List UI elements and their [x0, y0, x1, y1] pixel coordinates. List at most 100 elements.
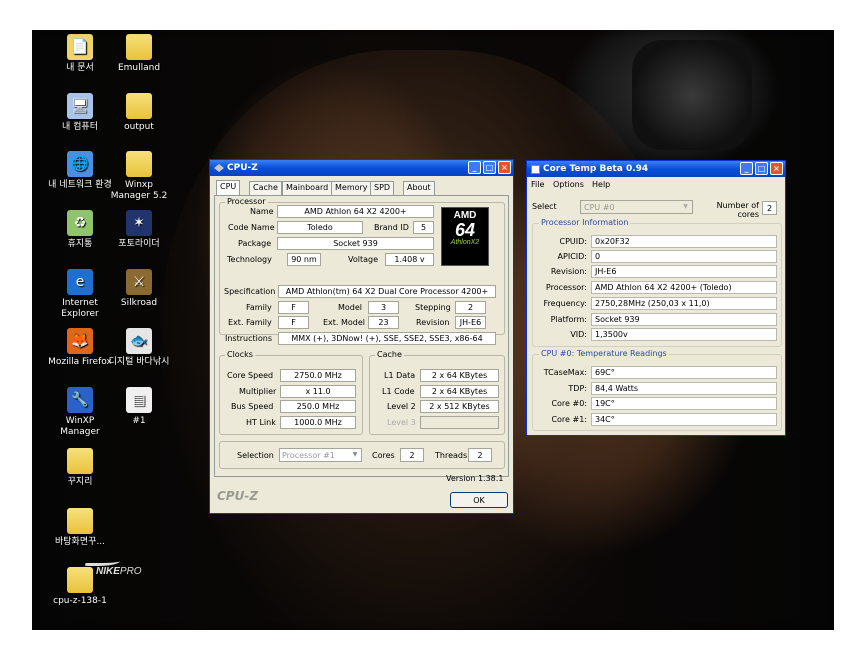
desktop-icon-label: Internet Explorer [61, 298, 99, 319]
silkroad-icon: ⚔ [126, 269, 152, 295]
level2-label: Level 2 [387, 402, 416, 411]
clocks-group: Clocks [219, 350, 363, 435]
l1data-label: L1 Data [384, 371, 416, 380]
coretemp-titlebar[interactable]: Core Temp Beta 0.94 _ □ × [527, 161, 785, 177]
tab-cache[interactable]: Cache [249, 181, 282, 195]
maximize-button[interactable]: □ [755, 162, 768, 175]
select-cpu-dropdown[interactable]: CPU #0 ▼ [580, 200, 693, 214]
info-row: CPUID: 0x20F32 [533, 235, 779, 248]
spec-label: Specification [224, 287, 276, 296]
desktop-icon-0[interactable]: 📄 내 문서 [48, 34, 112, 74]
desktop-icon-7[interactable]: ✶ 포토라이더 [107, 210, 171, 250]
desktop-icon-1[interactable]: Emulland [107, 34, 171, 74]
desktop-icon-11[interactable]: 🐟 디지털 바다낚시 [107, 328, 171, 368]
close-button[interactable]: × [770, 162, 783, 175]
extmodel-label: Ext. Model [323, 318, 366, 327]
nike-pro-logo: NIKEPRO [74, 558, 142, 577]
desktop-icon-9[interactable]: ⚔ Silkroad [107, 269, 171, 309]
selection-dropdown[interactable]: Processor #1 ▼ [279, 448, 362, 462]
l1code-label: L1 Code [382, 387, 415, 396]
ok-button[interactable]: OK [450, 492, 508, 508]
codename-label: Code Name [228, 223, 275, 232]
cpuz-window[interactable]: CPU-Z _ □ × CPU Cache Mainboard Memory S… [209, 159, 514, 514]
menu-bar: File Options Help [527, 178, 785, 191]
tab-mainboard[interactable]: Mainboard [282, 181, 333, 195]
cpuz-titlebar[interactable]: CPU-Z _ □ × [210, 160, 513, 176]
desktop-icon-4[interactable]: 🌐 내 네트워크 환경 [48, 151, 112, 191]
desktop-icon-6[interactable]: ♻ 휴지통 [48, 210, 112, 250]
close-button[interactable]: × [498, 161, 511, 174]
revision-label: Revision [416, 318, 450, 327]
chevron-down-icon[interactable]: ▼ [680, 202, 691, 212]
voltage-label: Voltage [348, 255, 379, 264]
desktop-icon-label: 바탕화면꾸... [55, 537, 105, 547]
desktop-icon-3[interactable]: output [107, 93, 171, 133]
desktop-icon-label: cpu-z-138-1 [53, 596, 107, 606]
info-value: 2750,28MHz (250,03 x 11,0) [591, 297, 777, 310]
document-icon: ▤ [126, 387, 152, 413]
extfamily-label: Ext. Family [228, 318, 272, 327]
coretemp-title: Core Temp Beta 0.94 [543, 164, 649, 174]
instructions-label: Instructions [225, 334, 272, 343]
temp-value: 19C° [591, 397, 777, 410]
desktop-icon-5[interactable]: Winxp Manager 5.2 [107, 151, 171, 202]
menu-help[interactable]: Help [592, 180, 610, 189]
info-label: Revision: [550, 267, 587, 276]
desktop-icon-14[interactable]: 꾸지리 [48, 448, 112, 488]
minimize-button[interactable]: _ [740, 162, 753, 175]
info-row: VID: 1,3500v [533, 328, 779, 341]
tab-about[interactable]: About [403, 181, 435, 195]
desktop[interactable]: 📄 내 문서 Emulland 🖥 내 컴퓨터 output 🌐 내 네트워크 환경 Winxp… [32, 30, 834, 630]
corespeed-value: 2750.0 MHz [280, 369, 356, 382]
desktop-icon-2[interactable]: 🖥 내 컴퓨터 [48, 93, 112, 133]
menu-file[interactable]: File [531, 180, 544, 189]
tab-spd[interactable]: SPD [370, 181, 395, 195]
menu-options[interactable]: Options [553, 180, 584, 189]
corespeed-label: Core Speed [227, 371, 274, 380]
voltage-value: 1.408 v [385, 253, 434, 266]
spec-value: AMD Athlon(tm) 64 X2 Dual Core Processor… [278, 285, 496, 298]
num-cores-label: Number of cores [716, 201, 759, 219]
model-label: Model [338, 303, 363, 312]
selection-group [219, 441, 505, 469]
temp-label: Core #1: [551, 415, 587, 424]
coretemp-window[interactable]: Core Temp Beta 0.94 _ □ × File Options H… [526, 160, 786, 436]
htlink-value: 1000.0 MHz [280, 416, 356, 429]
cpuz-footer-brand: CPU-Z [217, 489, 259, 503]
my-computer-icon: 🖥 [67, 93, 93, 119]
name-value: AMD Athlon 64 X2 4200+ [277, 205, 434, 218]
desktop-icon-label: 디지털 바다낚시 [108, 357, 170, 367]
technology-label: Technology [227, 255, 272, 264]
desktop-icon-label: 내 네트워크 환경 [48, 180, 112, 190]
htlink-label: HT Link [246, 418, 276, 427]
desktop-icon-12[interactable]: 🔧 WinXP Manager [48, 387, 112, 438]
info-label: Frequency: [543, 299, 587, 308]
multiplier-label: Multiplier [239, 387, 277, 396]
network-icon: 🌐 [67, 151, 93, 177]
tab-cpu[interactable]: CPU [216, 180, 241, 195]
version-label: Version 1.38.1 [446, 474, 504, 483]
minimize-button[interactable]: _ [468, 161, 481, 174]
desktop-icon-16[interactable]: cpu-z-138-1 [48, 567, 112, 607]
desktop-icon-15[interactable]: 바탕화면꾸... [48, 508, 112, 548]
screenshot-frame: 📄 내 문서 Emulland 🖥 내 컴퓨터 output 🌐 내 네트워크 환경 Winxp… [0, 0, 866, 660]
desktop-icon-8[interactable]: e Internet Explorer [48, 269, 112, 320]
processor-group: Processor [219, 197, 505, 335]
wallpaper-glove [632, 40, 752, 150]
desktop-icon-10[interactable]: 🦊 Mozilla Firefox [48, 328, 112, 368]
tab-memory[interactable]: Memory [331, 181, 372, 195]
desktop-icon-13[interactable]: ▤ #1 [107, 387, 171, 427]
chevron-down-icon[interactable]: ▼ [350, 450, 360, 460]
wallpaper-figure [162, 50, 682, 630]
fishing-icon: 🐟 [126, 328, 152, 354]
folder-icon [67, 448, 93, 474]
temp-row: Core #0: 19C° [533, 397, 779, 410]
info-value: Socket 939 [591, 313, 777, 326]
l1code-value: 2 x 64 KBytes [420, 385, 499, 398]
cache-group: Cache [369, 350, 505, 435]
package-value: Socket 939 [277, 237, 434, 250]
maximize-button[interactable]: □ [483, 161, 496, 174]
temp-value: 34C° [591, 413, 777, 426]
select-cpu-label: Select CPU: [532, 202, 557, 211]
busspeed-value: 250.0 MHz [280, 400, 356, 413]
